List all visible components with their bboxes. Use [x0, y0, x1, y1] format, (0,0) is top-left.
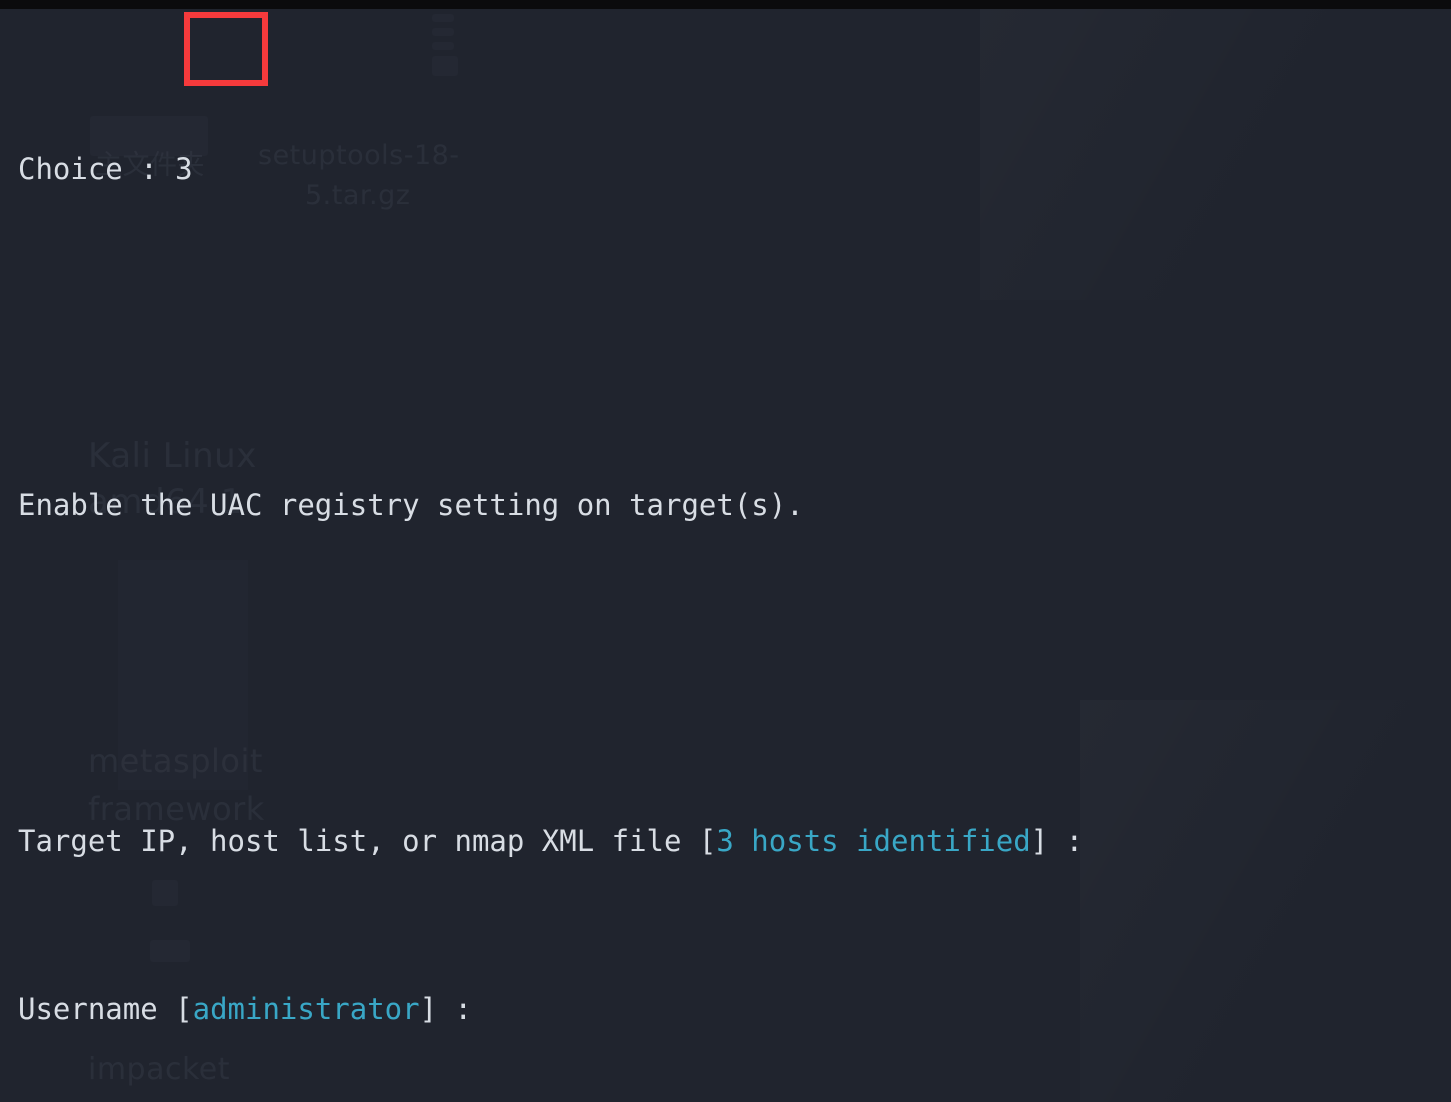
titlebar-strip — [0, 0, 1451, 9]
choice-prompt-label: Choice : — [18, 152, 176, 186]
input-default-target: 3 hosts identified — [716, 824, 1031, 858]
input-prompt-username: Username [administrator] : — [18, 988, 1451, 1030]
choice-prompt-value[interactable]: 3 — [175, 152, 192, 186]
choice-prompt-line: Choice : 3 — [18, 148, 1451, 190]
input-default-username: administrator — [192, 992, 420, 1026]
module-description-line: Enable the UAC registry setting on targe… — [18, 484, 1451, 526]
input-label-target: Target IP, host list, or nmap XML file [ — [18, 824, 717, 858]
terminal-window[interactable]: 主文件夹 setuptools-18- 5.tar.gz Kali Linux amd6… — [0, 0, 1451, 1102]
input-suffix-target: ] : — [1030, 824, 1101, 858]
choice-highlight-annotation — [184, 12, 268, 86]
module-description: Enable the UAC registry setting on targe… — [18, 488, 804, 522]
input-prompt-target: Target IP, host list, or nmap XML file [… — [18, 820, 1451, 862]
input-label-username: Username [ — [18, 992, 193, 1026]
console-output[interactable]: Choice : 3 Enable the UAC registry setti… — [0, 0, 1451, 1102]
input-suffix-username: ] : — [419, 992, 490, 1026]
